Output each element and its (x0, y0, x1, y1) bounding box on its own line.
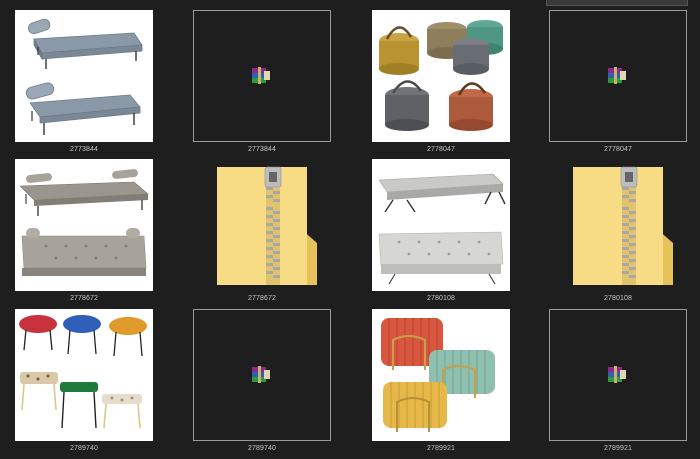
thumbnail-image[interactable] (372, 159, 510, 291)
thumbnail-image[interactable] (15, 10, 153, 142)
file-tile[interactable]: 2789740 (193, 309, 333, 455)
file-caption: 2773844 (248, 146, 276, 153)
file-caption: 2778047 (427, 146, 455, 153)
file-tile[interactable]: 2789740 (15, 309, 155, 455)
file-caption: 2778672 (248, 295, 276, 302)
file-tile[interactable]: 2778047 (372, 10, 512, 156)
pouf-stools-thumbnail (379, 20, 503, 131)
previous-row-label: 2773742 (63, 0, 90, 1)
file-caption: 2773844 (70, 146, 98, 153)
thumbnail-image[interactable] (15, 159, 153, 291)
file-caption: 2789740 (248, 445, 276, 452)
file-caption: 2789740 (70, 445, 98, 452)
bench-sofa-thumbnail (378, 173, 506, 285)
daybed-thumbnail (25, 18, 143, 135)
file-tile[interactable]: 2778672 (193, 159, 333, 305)
winrar-archive-icon (250, 67, 272, 87)
file-caption: 2780108 (604, 295, 632, 302)
file-tile[interactable]: 2778672 (15, 159, 155, 305)
file-tile[interactable]: 2789921 (372, 309, 512, 455)
previous-row-label: 2773742 (240, 0, 267, 1)
file-tile[interactable]: 2773844 (193, 10, 333, 156)
thumbnail-image[interactable] (15, 309, 153, 441)
file-tile[interactable]: 2780108 (372, 159, 512, 305)
file-tile[interactable]: 2780108 (549, 159, 689, 305)
file-caption: 2778672 (70, 295, 98, 302)
winrar-archive-icon (250, 366, 272, 386)
zip-folder-icon (217, 166, 317, 285)
file-tile[interactable]: 2789921 (549, 309, 689, 455)
thumbnail-placeholder[interactable] (549, 309, 687, 441)
thumbnail-placeholder[interactable] (193, 10, 331, 142)
winrar-archive-icon (606, 366, 628, 386)
thumbnail-image[interactable] (372, 10, 510, 142)
previous-row-label: 2774025 (420, 0, 447, 1)
winrar-archive-icon (606, 67, 628, 87)
thumbnail-folder[interactable] (549, 159, 687, 291)
file-tile[interactable]: 2778047 (549, 10, 689, 156)
thumbnail-image[interactable] (372, 309, 510, 441)
thumbnail-placeholder[interactable] (549, 10, 687, 142)
tufted-daybed-thumbnail (19, 169, 149, 276)
selected-tile-edge[interactable] (546, 0, 688, 6)
round-stools-thumbnail (19, 315, 147, 429)
file-caption: 2778047 (604, 146, 632, 153)
thumbnail-folder[interactable] (193, 159, 331, 291)
zip-folder-icon (573, 166, 673, 285)
thumbnail-placeholder[interactable] (193, 309, 331, 441)
pleated-ottomans-thumbnail (381, 318, 495, 432)
previous-row-strip: 2773742 2773742 2774025 (0, 0, 700, 6)
file-caption: 2780108 (427, 295, 455, 302)
file-tile[interactable]: 2773844 (15, 10, 155, 156)
file-caption: 2789921 (427, 445, 455, 452)
file-caption: 2789921 (604, 445, 632, 452)
